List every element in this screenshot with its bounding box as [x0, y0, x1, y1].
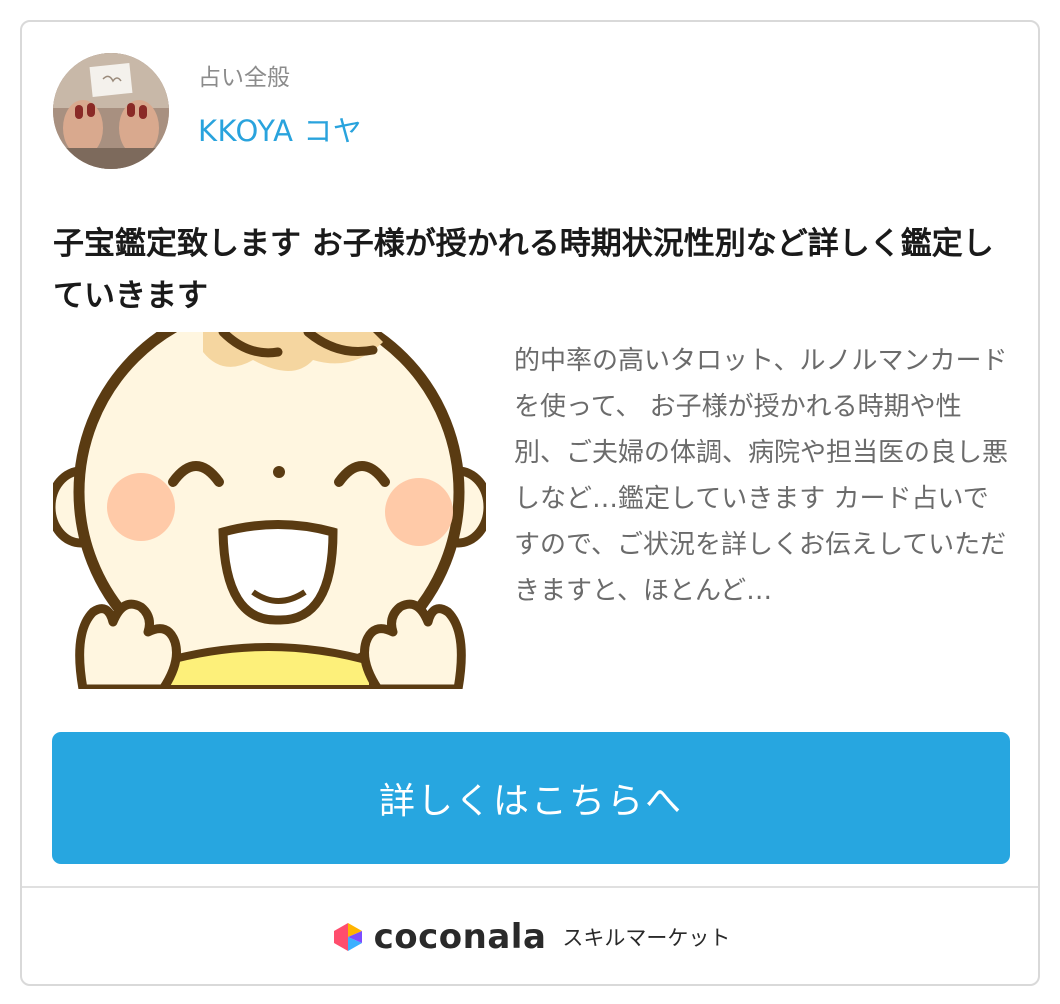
details-button[interactable]: 詳しくはこちらへ — [52, 732, 1010, 864]
brand-name: coconala — [373, 917, 547, 957]
service-thumbnail[interactable] — [53, 332, 486, 689]
baby-illustration — [53, 332, 486, 689]
service-title[interactable]: 子宝鑑定致します お子様が授かれる時期状況性別など詳しく鑑定していきます — [53, 218, 1003, 322]
service-card[interactable]: 占い全般 KKOYA コヤ 子宝鑑定致します お子様が授かれる時期状況性別など詳… — [20, 20, 1040, 986]
service-description: 的中率の高いタロット、ルノルマンカードを使って、 お子様が授かれる時期や性別、ご… — [514, 346, 1009, 606]
avatar-image — [53, 53, 169, 169]
category-label: 占い全般 — [198, 65, 290, 91]
coconala-logo-icon — [333, 923, 362, 951]
seller-name-link[interactable]: KKOYA コヤ — [198, 108, 362, 150]
brand-tagline: スキルマーケット — [562, 926, 731, 950]
seller-avatar[interactable] — [53, 53, 169, 169]
coconala-brand-link[interactable]: coconala スキルマーケット — [330, 917, 731, 957]
card-footer: coconala スキルマーケット — [22, 888, 1038, 986]
